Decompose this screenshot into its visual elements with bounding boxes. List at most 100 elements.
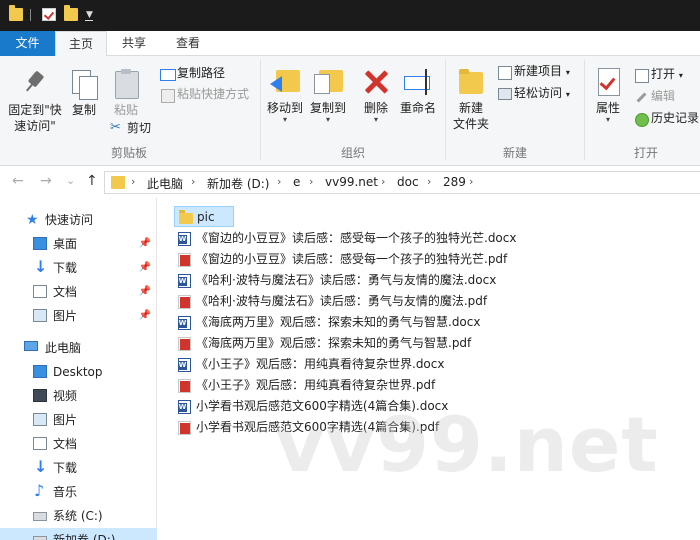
breadcrumb-separator: › [381,175,386,188]
sidebar-item-pictures-pc[interactable]: 图片 [0,408,157,432]
copy-button[interactable]: 复制 [66,68,102,118]
breadcrumb-separator: › [277,175,282,188]
sidebar-item-label: 新加卷 (D:) [53,533,116,540]
tab-view[interactable]: 查看 [162,31,214,56]
group-divider [445,60,446,160]
pin-to-quick-access-button[interactable]: 固定到"快 速访问" [4,68,66,134]
open-icon [634,68,649,83]
pin-icon[interactable]: 📌 [139,280,151,304]
sidebar-item-label: 文档 [53,285,78,299]
copy-path-button[interactable]: 复制路径 [160,64,225,82]
breadcrumb-doc[interactable]: doc [397,175,419,189]
document-icon [33,285,47,298]
sidebar-item-pictures[interactable]: 图片 📌 [0,304,157,328]
folder-icon [179,210,193,224]
rename-button[interactable]: 重命名 [396,66,440,116]
easy-access-button[interactable]: 轻松访问 ▾ [497,84,570,102]
word-document-icon [178,316,191,330]
sidebar-item-quick-access[interactable]: 快速访问 [0,208,157,232]
easy-access-icon [497,87,512,101]
new-item-button[interactable]: 新建项目 ▾ [497,62,570,80]
properties-label: 属性 [595,101,620,115]
history-label: 历史记录 [651,111,700,125]
sidebar-item-label: 文档 [53,437,78,451]
file-name: 《小王子》观后感：用纯真看待复杂世界.pdf [196,378,436,392]
sidebar-item-downloads-pc[interactable]: 下载 [0,455,157,480]
paste-shortcut-icon [160,88,175,103]
sidebar-item-documents-pc[interactable]: 文档 [0,432,157,456]
sidebar-item-desktop[interactable]: 桌面 📌 [0,232,157,256]
easy-access-label: 轻松访问 [514,86,563,100]
list-item-folder[interactable]: pic [174,206,234,227]
desktop-icon [33,365,47,378]
breadcrumb-this-pc[interactable]: 此电脑 [147,175,183,192]
breadcrumb-e[interactable]: e [293,175,300,189]
properties-button[interactable]: 属性 ▾ [588,66,628,124]
properties-check-icon[interactable] [42,8,56,21]
open-button[interactable]: 打开 ▾ [634,65,683,83]
cut-button[interactable]: 剪切 [110,119,151,137]
pdf-icon [178,379,191,393]
sidebar-item-documents[interactable]: 文档 📌 [0,280,157,304]
forward-arrow-icon[interactable]: → [40,173,52,189]
chevron-down-icon: ▾ [565,68,570,77]
new-folder-icon[interactable] [64,5,78,21]
paste-button[interactable]: 粘贴 [108,68,144,118]
address-bar[interactable]: › 此电脑 › 新加卷 (D:) › e › vv99.net › doc › … [104,171,700,194]
title-bar: ▼ [0,0,700,31]
folder-icon [9,5,23,21]
copy-to-button[interactable]: 复制到 ▾ [306,66,350,124]
pin-icon[interactable]: 📌 [139,232,151,256]
file-name: 《窗边的小豆豆》读后感：感受每一个孩子的独特光芒.pdf [196,252,508,266]
computer-icon [24,341,38,351]
pdf-icon [178,253,191,267]
new-item-label: 新建项目 [514,64,563,78]
sidebar-item-downloads[interactable]: 下载 📌 [0,255,157,280]
sidebar-item-this-pc[interactable]: 此电脑 [0,336,157,360]
breadcrumb-vv99[interactable]: vv99.net [325,175,378,189]
recent-locations-chevron-icon[interactable]: ⌄ [66,174,75,187]
breadcrumb-drive-d[interactable]: 新加卷 (D:) [207,175,269,192]
customize-dropdown-icon[interactable]: ▼ [86,10,93,20]
chevron-down-icon: ▾ [325,115,330,124]
sidebar-item-label: 快速访问 [45,213,94,227]
history-icon [634,112,649,127]
clipboard-icon [110,68,142,100]
rename-icon [401,66,435,98]
tab-file[interactable]: 文件 [0,31,55,56]
history-button[interactable]: 历史记录 [634,109,699,127]
edit-label: 编辑 [651,89,676,103]
up-arrow-icon[interactable]: ↑ [86,173,98,189]
tab-home[interactable]: 主页 [55,31,107,57]
move-to-button[interactable]: 移动到 ▾ [264,66,306,124]
delete-button[interactable]: 删除 ▾ [358,66,394,124]
sidebar-item-desktop-pc[interactable]: Desktop [0,360,157,384]
new-folder-button[interactable]: 新建 文件夹 [449,66,493,132]
music-note-icon [33,479,47,503]
cut-label: 剪切 [127,121,152,135]
breadcrumb-separator: › [131,175,136,188]
delete-x-icon [360,66,392,98]
navigation-pane: 快速访问 桌面 📌 下载 📌 文档 📌 图片 📌 此电脑 Desktop 视频 … [0,198,157,540]
new-folder-label: 新建 文件夹 [452,101,489,131]
sidebar-item-label: 图片 [53,413,78,427]
chevron-down-icon: ▾ [678,71,683,80]
sidebar-item-label: Desktop [53,365,103,379]
pdf-icon [178,421,191,435]
folder-icon [111,176,125,189]
sidebar-item-music[interactable]: 音乐 [0,479,157,504]
breadcrumb-separator: › [191,175,196,188]
sidebar-item-drive-d[interactable]: 新加卷 (D:) [0,528,157,540]
tab-share[interactable]: 共享 [110,31,158,56]
paste-shortcut-button[interactable]: 粘贴快捷方式 [160,85,249,103]
toolbar-divider [30,9,31,21]
paste-shortcut-label: 粘贴快捷方式 [177,87,250,101]
sidebar-item-videos[interactable]: 视频 [0,384,157,408]
pin-icon[interactable]: 📌 [139,304,151,328]
breadcrumb-289[interactable]: 289 [443,175,466,189]
pin-icon[interactable]: 📌 [139,256,151,280]
edit-button[interactable]: 编辑 [634,87,675,105]
back-arrow-icon[interactable]: ← [12,173,24,189]
sidebar-item-drive-c[interactable]: 系统 (C:) [0,504,157,528]
rename-label: 重命名 [399,101,436,115]
